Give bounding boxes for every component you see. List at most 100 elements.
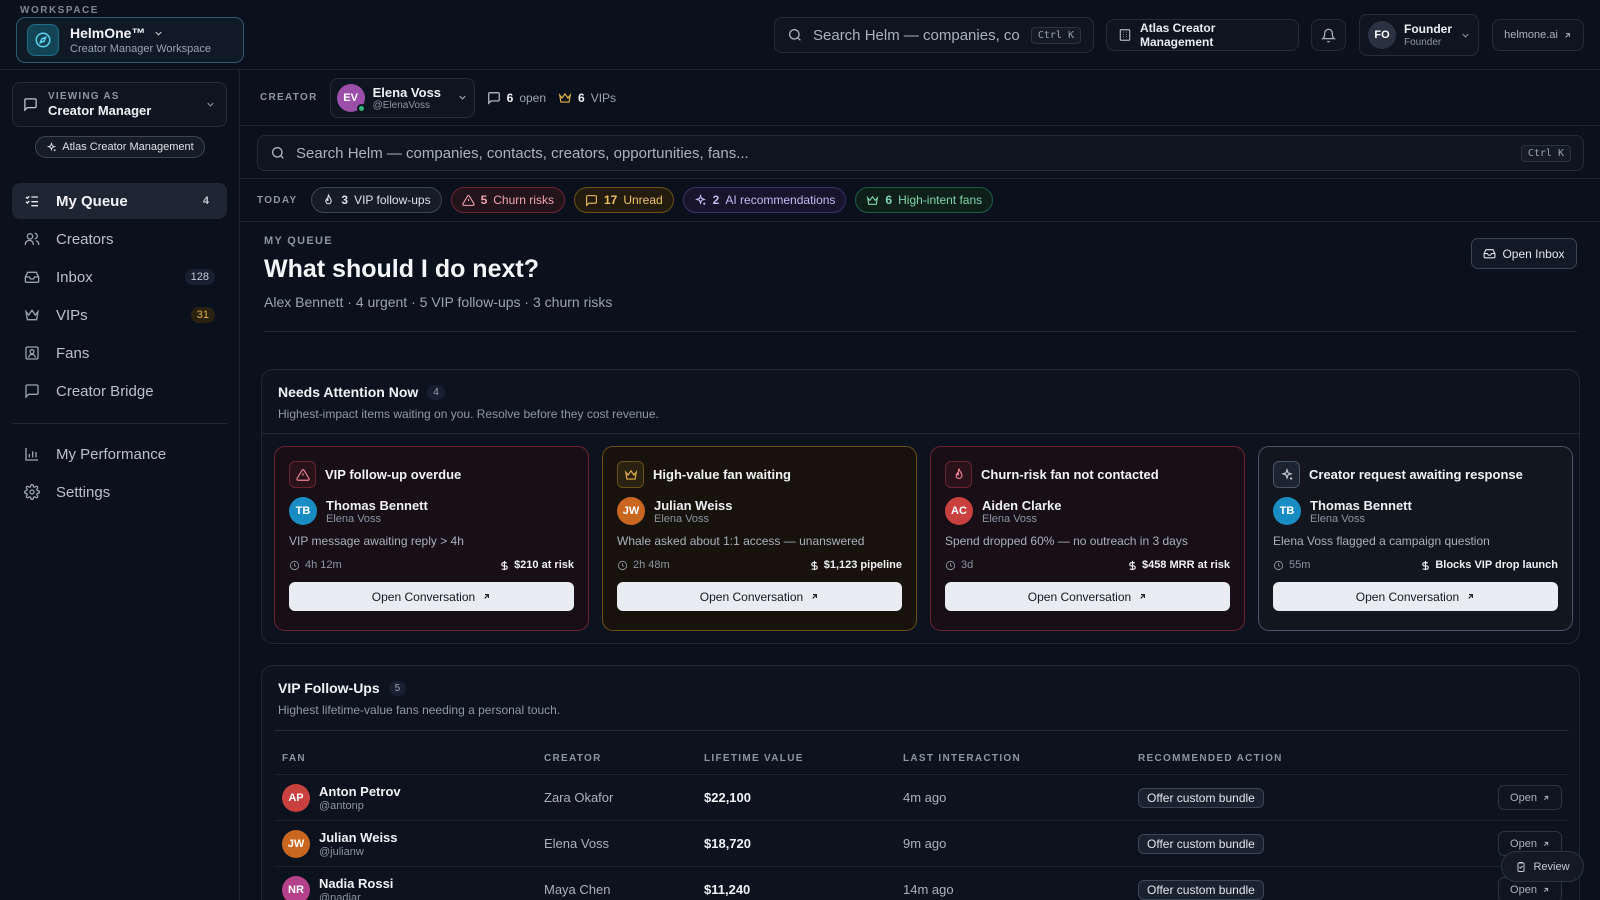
notifications-button[interactable] — [1311, 19, 1346, 51]
nav-divider — [12, 423, 227, 424]
chip-churn-risks[interactable]: 5 Churn risks — [450, 187, 565, 213]
page-title: What should I do next? — [264, 255, 539, 283]
sidebar-item-creator-bridge[interactable]: Creator Bridge — [12, 373, 227, 409]
card-title: Churn-risk fan not contacted — [981, 467, 1159, 482]
card-impact: $210 at risk — [514, 559, 574, 571]
attention-card: High-value fan waiting JW Julian Weiss E… — [602, 446, 917, 631]
workspace-name: HelmOne™ — [70, 25, 146, 41]
site-link[interactable]: helmone.ai — [1492, 19, 1584, 51]
open-conversation-button[interactable]: Open Conversation — [945, 582, 1230, 611]
card-time: 55m — [1289, 559, 1311, 571]
sidebar-item-my-queue[interactable]: My Queue 4 — [12, 183, 227, 219]
queue-caption: MY QUEUE — [264, 235, 333, 247]
card-description: Whale asked about 1:1 access — unanswere… — [617, 534, 865, 548]
count-badge: 5 — [388, 680, 407, 696]
fan-name: Anton Petrov — [319, 783, 401, 799]
message-icon — [24, 382, 42, 400]
sidebar-item-settings[interactable]: Settings — [12, 474, 227, 510]
open-conversation-button[interactable]: Open Conversation — [1273, 582, 1558, 611]
arrow-up-right-icon — [1542, 886, 1550, 894]
main-search-input[interactable]: Search Helm — companies, contacts, creat… — [257, 135, 1584, 171]
card-description: Spend dropped 60% — no outreach in 3 day… — [945, 534, 1188, 548]
workspace-switcher[interactable]: HelmOne™ Creator Manager Workspace — [16, 17, 244, 63]
sidebar-item-creators[interactable]: Creators — [12, 221, 227, 257]
table-header: FAN CREATOR LIFETIME VALUE LAST INTERACT… — [274, 730, 1569, 774]
open-label: open — [519, 90, 547, 105]
open-conversation-button[interactable]: Open Conversation — [289, 582, 574, 611]
chip-unread[interactable]: 17 Unread — [573, 187, 674, 213]
message-square-icon — [585, 194, 598, 207]
main-content: CREATOR EV Elena Voss @ElenaVoss 6 open … — [241, 70, 1600, 900]
card-description: Elena Voss flagged a campaign question — [1273, 534, 1490, 548]
sidebar-item-label: VIPs — [56, 306, 88, 324]
vip-table: FAN CREATOR LIFETIME VALUE LAST INTERACT… — [274, 730, 1569, 900]
inbox-icon — [24, 268, 42, 286]
card-impact: Blocks VIP drop launch — [1435, 559, 1558, 571]
open-inbox-button[interactable]: Open Inbox — [1471, 238, 1577, 269]
card-time: 2h 48m — [633, 559, 670, 571]
button-label: Open — [1510, 883, 1537, 896]
person-name: Julian Weiss — [654, 497, 733, 513]
chip-label: Churn risks — [493, 193, 554, 207]
creator-selector[interactable]: EV Elena Voss @ElenaVoss — [329, 77, 475, 118]
lifetime-value-cell: $22,100 — [704, 790, 751, 805]
needs-attention-panel: Needs Attention Now 4 Highest-impact ite… — [261, 369, 1580, 644]
panel-title: Needs Attention Now — [278, 384, 419, 400]
person-name: Thomas Bennett — [326, 497, 428, 513]
fan-handle: @nadiar — [319, 891, 361, 900]
open-row-button[interactable]: Open — [1498, 785, 1562, 810]
alert-triangle-icon — [289, 461, 316, 488]
attention-card: VIP follow-up overdue TB Thomas Bennett … — [274, 446, 589, 631]
dollar-icon — [499, 560, 510, 571]
attention-cards: VIP follow-up overdue TB Thomas Bennett … — [274, 446, 1573, 631]
sidebar-item-fans[interactable]: Fans — [12, 335, 227, 371]
viewing-as-selector[interactable]: VIEWING AS Creator Manager — [12, 82, 227, 127]
sidebar-item-label: Inbox — [56, 268, 93, 286]
person-name: Aiden Clarke — [982, 497, 1062, 513]
creator-caption: CREATOR — [260, 92, 318, 103]
chip-high-intent-fans[interactable]: 6 High-intent fans — [855, 187, 994, 213]
search-shortcut: Ctrl K — [1520, 144, 1571, 162]
sidebar-nav: My Queue 4 Creators Inbox 128 VIPs 31 Fa… — [12, 183, 227, 512]
column-header: RECOMMENDED ACTION — [1138, 753, 1283, 764]
sidebar-item-label: My Queue — [56, 192, 128, 210]
review-button[interactable]: Review — [1501, 851, 1584, 882]
user-name: Founder — [1404, 22, 1452, 36]
column-header: CREATOR — [544, 753, 602, 764]
sidebar-item-label: Creators — [56, 230, 114, 248]
sidebar-item-label: Settings — [56, 483, 111, 501]
org-switcher-button[interactable]: Atlas Creator Management — [1106, 19, 1299, 51]
arrow-up-right-icon — [810, 592, 819, 601]
open-count-stat: 6 open — [487, 91, 546, 105]
flame-icon — [945, 461, 972, 488]
today-caption: TODAY — [257, 194, 298, 206]
user-menu-button[interactable]: FO Founder Founder — [1359, 14, 1479, 56]
creator-bar: CREATOR EV Elena Voss @ElenaVoss 6 open … — [241, 70, 1600, 126]
fan-name: Julian Weiss — [319, 829, 398, 845]
chip-count: 3 — [341, 193, 349, 207]
top-search-input[interactable]: Search Helm — companies, co... Ctrl K — [774, 17, 1094, 53]
crown-icon — [866, 194, 879, 207]
button-label: Open Conversation — [371, 589, 476, 604]
flame-icon — [322, 193, 335, 207]
sidebar-item-label: My Performance — [56, 445, 167, 463]
open-conversation-button[interactable]: Open Conversation — [617, 582, 902, 611]
avatar: NR — [282, 875, 310, 900]
person-name: Thomas Bennett — [1310, 497, 1412, 513]
arrow-up-right-icon — [1466, 592, 1475, 601]
vip-label: VIPs — [590, 90, 617, 105]
attention-card: Creator request awaiting response TB Tho… — [1258, 446, 1573, 631]
chip-ai-recommendations[interactable]: 2 AI recommendations — [682, 187, 847, 213]
table-row: NR Nadia Rossi @nadiar Maya Chen $11,240… — [274, 866, 1569, 900]
sidebar-item-inbox[interactable]: Inbox 128 — [12, 259, 227, 295]
card-title: High-value fan waiting — [653, 467, 791, 482]
chip-vip-follow-ups[interactable]: 3 VIP follow-ups — [311, 187, 442, 213]
person-creator: Elena Voss — [654, 512, 710, 525]
gear-icon — [24, 483, 42, 501]
card-description: VIP message awaiting reply > 4h — [289, 534, 464, 548]
sidebar-item-my-performance[interactable]: My Performance — [12, 436, 227, 472]
sidebar-item-vips[interactable]: VIPs 31 — [12, 297, 227, 333]
sidebar-item-label: Creator Bridge — [56, 382, 154, 400]
viewing-as-value: Creator Manager — [48, 103, 152, 118]
table-row: JW Julian Weiss @julianw Elena Voss $18,… — [274, 820, 1569, 866]
